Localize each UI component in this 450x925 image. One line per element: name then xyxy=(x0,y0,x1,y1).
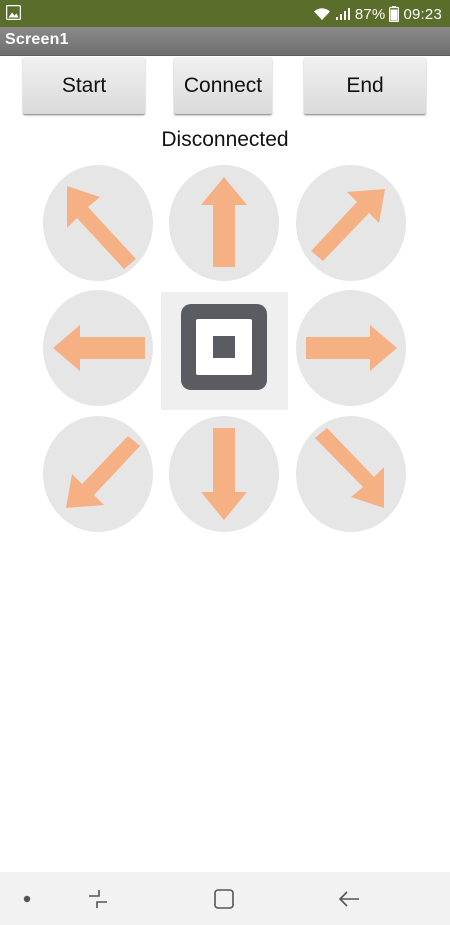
dot-icon xyxy=(23,895,31,902)
down-button[interactable] xyxy=(169,416,279,532)
end-button[interactable]: End xyxy=(304,57,426,114)
recent-apps-button[interactable] xyxy=(78,872,118,925)
status-bar: 87% 09:23 xyxy=(0,0,450,27)
left-button[interactable] xyxy=(43,290,153,406)
navigation-bar xyxy=(0,872,450,925)
arrow-left-icon xyxy=(53,325,145,371)
back-icon xyxy=(338,890,359,907)
up-right-button[interactable] xyxy=(296,165,406,281)
gallery-notification-icon xyxy=(6,5,21,20)
arrow-down-icon xyxy=(201,428,247,520)
stop-button[interactable] xyxy=(161,292,288,410)
wifi-icon xyxy=(313,8,330,20)
app-title-bar: Screen1 xyxy=(0,27,450,56)
back-button[interactable] xyxy=(328,872,370,925)
home-button[interactable] xyxy=(203,872,245,925)
arrow-up-icon xyxy=(201,177,247,267)
arrow-up-left-icon xyxy=(67,186,136,269)
start-button[interactable]: Start xyxy=(23,57,145,114)
battery-percentage: 87% xyxy=(354,5,386,23)
signal-icon xyxy=(335,8,350,20)
up-left-button[interactable] xyxy=(43,165,153,281)
down-left-button[interactable] xyxy=(43,416,153,532)
clock: 09:23 xyxy=(403,5,442,23)
connection-status-label: Disconnected xyxy=(161,128,289,151)
down-right-button[interactable] xyxy=(296,416,406,532)
connect-button[interactable]: Connect xyxy=(174,57,272,114)
arrow-down-right-icon xyxy=(315,428,384,508)
home-icon xyxy=(214,888,234,909)
stop-icon xyxy=(181,304,267,390)
nav-dot xyxy=(12,872,42,925)
up-button[interactable] xyxy=(169,165,279,281)
screen-title: Screen1 xyxy=(5,31,69,48)
battery-icon xyxy=(389,6,400,22)
arrow-right-icon xyxy=(306,325,397,371)
recent-apps-icon xyxy=(89,889,107,908)
arrow-down-left-icon xyxy=(66,436,140,508)
status-bar-right: 87% 09:23 xyxy=(313,3,442,25)
arrow-up-right-icon xyxy=(311,189,385,261)
right-button[interactable] xyxy=(296,290,406,406)
